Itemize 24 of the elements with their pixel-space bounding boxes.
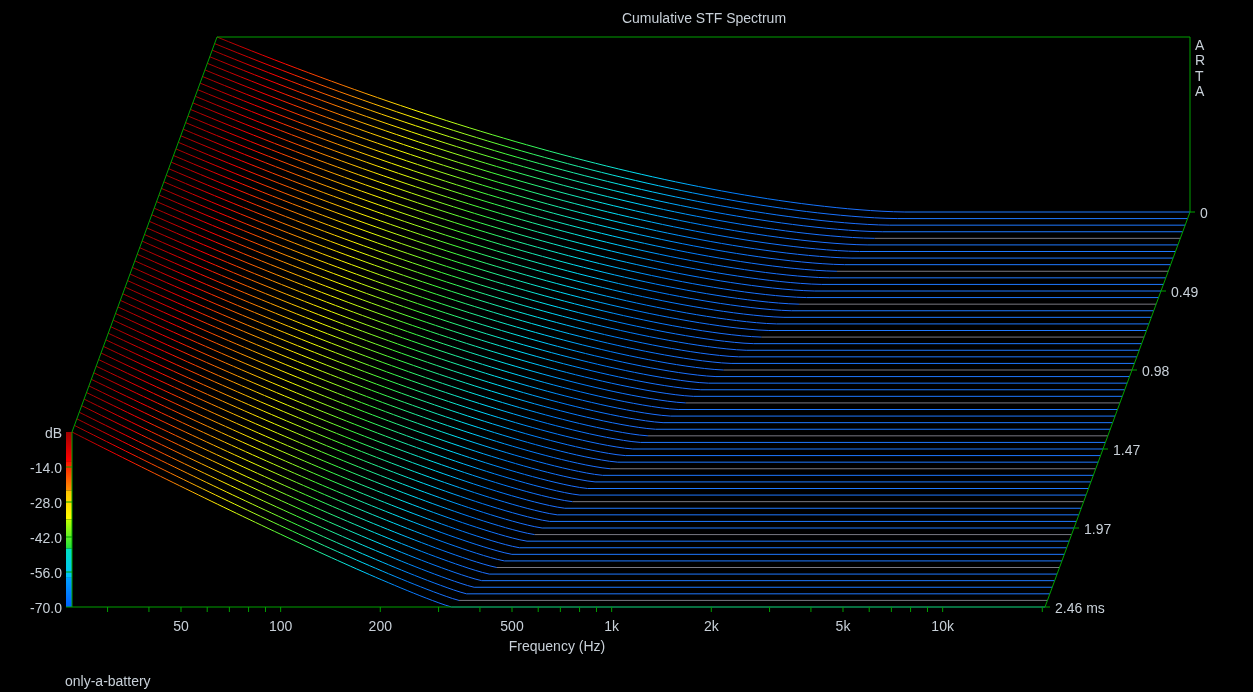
frequency-tick-label: 1k [604,618,620,634]
frequency-tick-label: 200 [368,618,392,634]
time-tick-label: 0.98 [1142,363,1170,379]
level-tick-label: -56.0 [30,565,62,581]
level-tick-label: -70.0 [30,600,62,616]
chart-title: Cumulative STF Spectrum [621,10,787,26]
frequency-tick-label: 10k [931,618,954,634]
frequency-tick-label: 100 [268,618,293,634]
level-tick-label: -28.0 [30,495,62,511]
frequency-tick-label: 5k [835,618,851,634]
time-tick-label: 1.97 [1084,521,1112,537]
time-tick-label: 2.46 ms [1055,600,1105,616]
time-tick-label: 0.49 [1171,284,1199,300]
level-tick-label: -14.0 [30,460,62,476]
time-tick-label: 0 [1200,205,1208,221]
footer-text: only-a-battery [65,673,151,689]
logo-text: ARTA [1195,38,1207,100]
frequency-tick-label: 50 [173,618,189,634]
time-tick-label: 1.47 [1113,442,1141,458]
frequency-axis-label: Frequency (Hz) [508,638,606,654]
frequency-tick-label: 500 [500,618,524,634]
level-unit-label: dB [44,425,62,441]
frequency-tick-label: 2k [703,618,719,634]
level-tick-label: -42.0 [30,530,62,546]
